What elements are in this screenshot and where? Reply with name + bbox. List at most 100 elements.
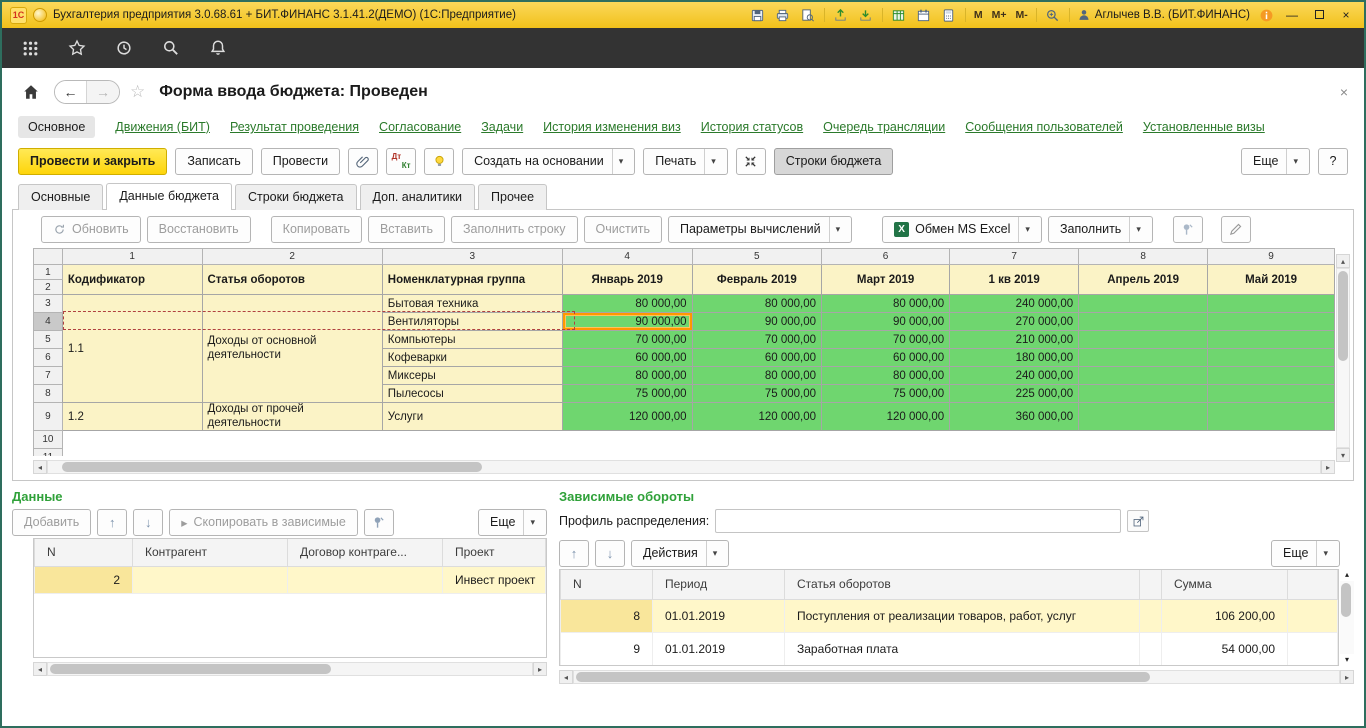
table-cell[interactable] <box>1288 632 1338 665</box>
grid-row-number[interactable]: 9 <box>34 403 63 431</box>
table-row[interactable]: 9 01.01.2019 Заработная плата 54 000,00 <box>561 632 1338 665</box>
grid-cell[interactable]: 120 000,00 <box>562 403 692 431</box>
grid-col-number[interactable]: 9 <box>1208 249 1335 265</box>
notifications-button[interactable] <box>208 38 228 58</box>
grid-row-number[interactable]: 6 <box>34 349 63 367</box>
grid-header-cell[interactable]: 1 кв 2019 <box>950 265 1079 295</box>
scroll-up-arrow[interactable]: ▴ <box>1336 254 1350 268</box>
link-rows-button[interactable] <box>1173 216 1203 243</box>
grid-cell[interactable] <box>1208 367 1335 385</box>
nav-link-approval[interactable]: Согласование <box>379 120 461 134</box>
grid-cell[interactable]: 240 000,00 <box>950 295 1079 313</box>
history-button[interactable] <box>114 38 134 58</box>
move-up-button[interactable]: ↑ <box>559 540 589 567</box>
table-cell[interactable]: 01.01.2019 <box>653 632 785 665</box>
restore-button[interactable]: Восстановить <box>147 216 251 243</box>
grid-cell[interactable]: 90 000,00 <box>692 313 821 331</box>
post-button[interactable]: Провести <box>261 148 340 175</box>
dependent-vertical-scrollbar[interactable]: ▴ ▾ <box>1340 569 1354 666</box>
grid-header-cell[interactable]: Февраль 2019 <box>692 265 821 295</box>
grid-cell[interactable]: 90 000,00 <box>822 313 950 331</box>
pin-button[interactable] <box>364 509 394 536</box>
grid-cell[interactable]: 270 000,00 <box>950 313 1079 331</box>
post-and-close-button[interactable]: Провести и закрыть <box>18 148 167 175</box>
grid-cell[interactable] <box>1079 367 1208 385</box>
grid-cell[interactable]: 75 000,00 <box>822 385 950 403</box>
grid-cell[interactable]: 120 000,00 <box>822 403 950 431</box>
table-cell[interactable]: Инвест проект <box>443 566 546 593</box>
grid-cell[interactable] <box>1208 403 1335 431</box>
grid-cell[interactable] <box>1208 295 1335 313</box>
grid-col-number[interactable]: 3 <box>382 249 562 265</box>
grid-cell[interactable]: 1.2 <box>62 403 202 431</box>
apps-menu-button[interactable] <box>20 38 40 58</box>
memory-m-button[interactable]: M <box>973 9 984 21</box>
grid-cell[interactable] <box>1079 331 1208 349</box>
search-button[interactable] <box>161 38 181 58</box>
grid-row-number[interactable]: 2 <box>34 280 63 295</box>
table-header-cell[interactable]: Контрагент <box>133 539 288 566</box>
info-button[interactable] <box>1257 6 1275 24</box>
copy-to-dependent-button[interactable]: ▸Скопировать в зависимые <box>169 509 358 536</box>
grid-header-cell[interactable]: Январь 2019 <box>562 265 692 295</box>
grid-cell[interactable] <box>1208 349 1335 367</box>
grid-cell[interactable]: Кофеварки <box>382 349 562 367</box>
scrollbar-track[interactable] <box>1336 268 1350 448</box>
collapse-all-button[interactable] <box>736 148 766 175</box>
table-header-cell[interactable]: N <box>35 539 133 566</box>
copy-button[interactable]: Копировать <box>271 216 362 243</box>
edit-button[interactable] <box>1221 216 1251 243</box>
grid-row-number[interactable]: 7 <box>34 367 63 385</box>
scroll-down-arrow[interactable]: ▾ <box>1336 448 1350 462</box>
data-horizontal-scrollbar[interactable]: ◂ ▸ <box>33 662 547 676</box>
back-button[interactable]: ← <box>55 81 87 103</box>
scroll-left-arrow[interactable]: ◂ <box>33 460 47 474</box>
grid-row-number[interactable]: 3 <box>34 295 63 313</box>
add-button[interactable]: Добавить <box>12 509 91 536</box>
attachments-button[interactable] <box>348 148 378 175</box>
table-cell[interactable]: 2 <box>35 566 133 593</box>
table-header-cell[interactable]: Статья оборотов <box>785 570 1140 599</box>
nav-link-posting-result[interactable]: Результат проведения <box>230 120 359 134</box>
table-cell[interactable]: 8 <box>561 599 653 632</box>
create-based-on-button[interactable]: Создать на основании▾ <box>462 148 635 175</box>
tab-other[interactable]: Прочее <box>478 184 547 210</box>
table-row[interactable]: 2 Инвест проект <box>35 566 546 593</box>
calendar-button[interactable] <box>915 6 933 24</box>
print-button[interactable] <box>774 6 792 24</box>
spreadsheet-button[interactable] <box>890 6 908 24</box>
tab-budget-lines[interactable]: Строки бюджета <box>235 184 357 210</box>
grid-col-number[interactable]: 2 <box>202 249 382 265</box>
calc-params-button[interactable]: Параметры вычислений▾ <box>668 216 852 243</box>
empty-grid-row[interactable] <box>62 449 1334 457</box>
selected-grid-cell[interactable]: 90 000,00 <box>562 313 692 331</box>
calculator-button[interactable] <box>940 6 958 24</box>
send-button[interactable] <box>832 6 850 24</box>
more-button[interactable]: Еще▾ <box>478 509 547 536</box>
scroll-left-arrow[interactable]: ◂ <box>33 662 47 676</box>
maximize-button[interactable] <box>1309 8 1329 22</box>
grid-cell[interactable]: 210 000,00 <box>950 331 1079 349</box>
grid-horizontal-scrollbar[interactable]: ◂ ▸ <box>33 460 1335 474</box>
grid-cell[interactable]: 80 000,00 <box>822 295 950 313</box>
grid-cell[interactable]: Вентиляторы <box>382 313 562 331</box>
grid-cell[interactable]: Услуги <box>382 403 562 431</box>
table-cell[interactable]: Заработная плата <box>785 632 1140 665</box>
grid-cell[interactable]: 80 000,00 <box>562 367 692 385</box>
table-cell[interactable] <box>133 566 288 593</box>
grid-cell[interactable]: 80 000,00 <box>692 367 821 385</box>
save-button[interactable] <box>749 6 767 24</box>
grid-cell[interactable] <box>1079 349 1208 367</box>
grid-cell[interactable]: 75 000,00 <box>692 385 821 403</box>
grid-row-number[interactable]: 5 <box>34 331 63 349</box>
grid-cell[interactable]: 120 000,00 <box>692 403 821 431</box>
budget-spreadsheet[interactable]: 1 2 3 4 5 6 7 8 9 1 Кодификатор Статья о… <box>33 248 1335 456</box>
profile-distribution-input[interactable] <box>715 509 1121 533</box>
table-cell[interactable] <box>1140 632 1162 665</box>
scrollbar-track[interactable] <box>47 460 1321 474</box>
nav-link-status-history[interactable]: История статусов <box>701 120 803 134</box>
nav-link-visa-change-history[interactable]: История изменения виз <box>543 120 681 134</box>
more-button[interactable]: Еще▾ <box>1241 148 1310 175</box>
table-cell[interactable]: 01.01.2019 <box>653 599 785 632</box>
receive-button[interactable] <box>857 6 875 24</box>
